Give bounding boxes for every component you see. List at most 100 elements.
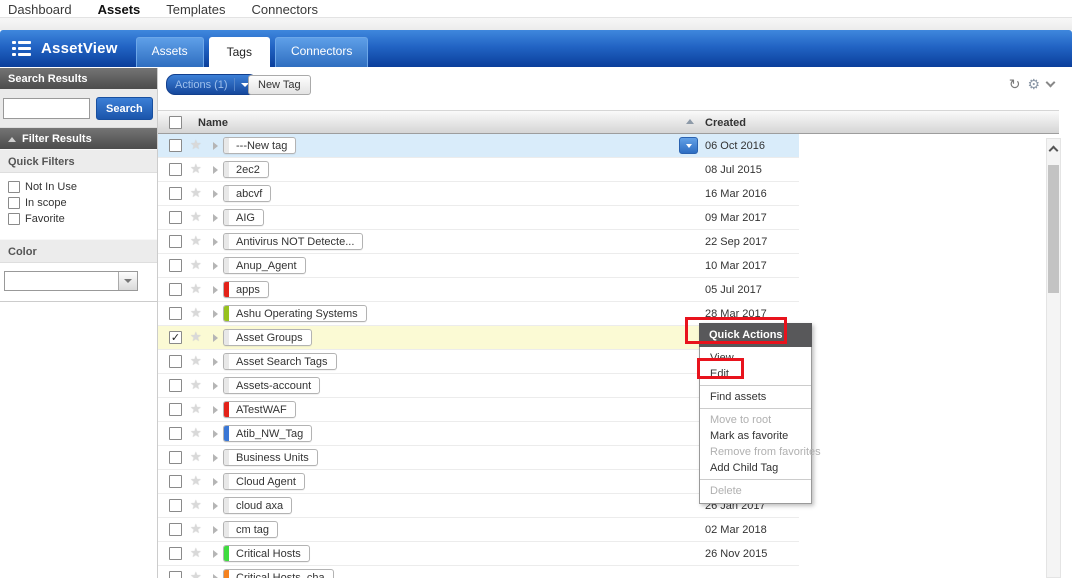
- tab-tags[interactable]: Tags: [209, 37, 270, 67]
- expand-icon[interactable]: [213, 382, 218, 390]
- star-icon[interactable]: ★: [190, 569, 202, 578]
- star-icon[interactable]: ★: [190, 545, 202, 561]
- tab-assets[interactable]: Assets: [136, 37, 204, 67]
- table-row-cm-tag[interactable]: ★ cm tag 02 Mar 2018: [158, 518, 799, 542]
- expand-icon[interactable]: [213, 190, 218, 198]
- table-row-anup-agent[interactable]: ★ Anup_Agent 10 Mar 2017: [158, 254, 799, 278]
- table-row-antivirus-not-detecte[interactable]: ★ Antivirus NOT Detecte... 22 Sep 2017: [158, 230, 799, 254]
- menu-item-find-assets[interactable]: Find assets: [700, 389, 811, 405]
- expand-icon[interactable]: [213, 478, 218, 486]
- row-checkbox[interactable]: [169, 451, 182, 464]
- row-checkbox[interactable]: ✓: [169, 331, 182, 344]
- star-icon[interactable]: ★: [190, 329, 202, 345]
- expand-icon[interactable]: [213, 142, 218, 150]
- vertical-scrollbar[interactable]: [1046, 138, 1061, 578]
- star-icon[interactable]: ★: [190, 473, 202, 489]
- row-checkbox[interactable]: [169, 523, 182, 536]
- expand-icon[interactable]: [213, 310, 218, 318]
- row-checkbox[interactable]: [169, 403, 182, 416]
- top-nav-item-assets[interactable]: Assets: [98, 2, 141, 17]
- filter-checkbox-favorite[interactable]: Favorite: [8, 213, 149, 225]
- expand-icon[interactable]: [213, 454, 218, 462]
- star-icon[interactable]: ★: [190, 209, 202, 225]
- row-checkbox[interactable]: [169, 427, 182, 440]
- search-input[interactable]: [3, 98, 90, 119]
- table-row-aig[interactable]: ★ AIG 09 Mar 2017: [158, 206, 799, 230]
- column-header-name[interactable]: Name: [198, 117, 228, 129]
- scroll-up-icon[interactable]: [1049, 146, 1059, 156]
- star-icon[interactable]: ★: [190, 161, 202, 177]
- expand-icon[interactable]: [213, 238, 218, 246]
- actions-dropdown-button[interactable]: Actions (1): [166, 74, 258, 95]
- star-icon[interactable]: ★: [190, 521, 202, 537]
- filter-checkbox-not-in-use[interactable]: Not In Use: [8, 181, 149, 193]
- row-checkbox[interactable]: [169, 307, 182, 320]
- row-checkbox[interactable]: [169, 211, 182, 224]
- star-icon[interactable]: ★: [190, 425, 202, 441]
- gear-icon[interactable]: ⚙: [1027, 77, 1040, 91]
- chevron-down-icon[interactable]: [1046, 78, 1056, 88]
- table-row-critical-hosts-cha[interactable]: ★ Critical Hosts_cha: [158, 566, 799, 578]
- row-actions-dropdown[interactable]: [679, 137, 698, 154]
- search-button[interactable]: Search: [96, 97, 153, 120]
- star-icon[interactable]: ★: [190, 257, 202, 273]
- star-icon[interactable]: ★: [190, 305, 202, 321]
- row-checkbox[interactable]: [169, 355, 182, 368]
- table-row-2ec2[interactable]: ★ 2ec2 08 Jul 2015: [158, 158, 799, 182]
- top-nav-item-dashboard[interactable]: Dashboard: [8, 2, 72, 17]
- row-checkbox[interactable]: [169, 187, 182, 200]
- star-icon[interactable]: ★: [190, 137, 202, 153]
- row-checkbox[interactable]: [169, 235, 182, 248]
- top-nav-item-templates[interactable]: Templates: [166, 2, 225, 17]
- filter-results-header[interactable]: Filter Results: [0, 128, 157, 149]
- menu-item-mark-as-favorite[interactable]: Mark as favorite: [700, 428, 811, 444]
- star-icon[interactable]: ★: [190, 185, 202, 201]
- row-checkbox[interactable]: [169, 163, 182, 176]
- filter-checkbox-in-scope[interactable]: In scope: [8, 197, 149, 209]
- column-header-created[interactable]: Created: [705, 117, 746, 129]
- checkbox[interactable]: [8, 181, 20, 193]
- star-icon[interactable]: ★: [190, 497, 202, 513]
- expand-icon[interactable]: [213, 286, 218, 294]
- row-checkbox[interactable]: [169, 259, 182, 272]
- expand-icon[interactable]: [213, 502, 218, 510]
- color-dropdown[interactable]: [4, 271, 138, 291]
- expand-icon[interactable]: [213, 406, 218, 414]
- expand-icon[interactable]: [213, 358, 218, 366]
- table-row-new-tag[interactable]: ★ ---New tag 06 Oct 2016: [158, 134, 799, 158]
- expand-icon[interactable]: [213, 526, 218, 534]
- select-all-checkbox[interactable]: [169, 116, 182, 129]
- row-checkbox[interactable]: [169, 571, 182, 578]
- menu-item-edit[interactable]: Edit: [700, 366, 811, 382]
- expand-icon[interactable]: [213, 214, 218, 222]
- table-row-critical-hosts[interactable]: ★ Critical Hosts 26 Nov 2015: [158, 542, 799, 566]
- star-icon[interactable]: ★: [190, 401, 202, 417]
- menu-icon[interactable]: [12, 41, 31, 56]
- menu-item-add-child-tag[interactable]: Add Child Tag: [700, 460, 811, 476]
- tab-connectors[interactable]: Connectors: [275, 37, 368, 67]
- expand-icon[interactable]: [213, 334, 218, 342]
- star-icon[interactable]: ★: [190, 233, 202, 249]
- expand-icon[interactable]: [213, 430, 218, 438]
- table-row-apps[interactable]: ★ apps 05 Jul 2017: [158, 278, 799, 302]
- checkbox[interactable]: [8, 197, 20, 209]
- star-icon[interactable]: ★: [190, 377, 202, 393]
- star-icon[interactable]: ★: [190, 353, 202, 369]
- new-tag-button[interactable]: New Tag: [248, 75, 311, 95]
- row-checkbox[interactable]: [169, 379, 182, 392]
- row-checkbox[interactable]: [169, 139, 182, 152]
- row-checkbox[interactable]: [169, 475, 182, 488]
- expand-icon[interactable]: [213, 574, 218, 578]
- row-checkbox[interactable]: [169, 283, 182, 296]
- top-nav-item-connectors[interactable]: Connectors: [252, 2, 318, 17]
- refresh-icon[interactable]: ↻: [1009, 77, 1021, 91]
- expand-icon[interactable]: [213, 262, 218, 270]
- menu-item-view[interactable]: View: [700, 350, 811, 366]
- scrollbar-thumb[interactable]: [1048, 165, 1059, 293]
- star-icon[interactable]: ★: [190, 449, 202, 465]
- row-checkbox[interactable]: [169, 547, 182, 560]
- expand-icon[interactable]: [213, 550, 218, 558]
- row-checkbox[interactable]: [169, 499, 182, 512]
- checkbox[interactable]: [8, 213, 20, 225]
- star-icon[interactable]: ★: [190, 281, 202, 297]
